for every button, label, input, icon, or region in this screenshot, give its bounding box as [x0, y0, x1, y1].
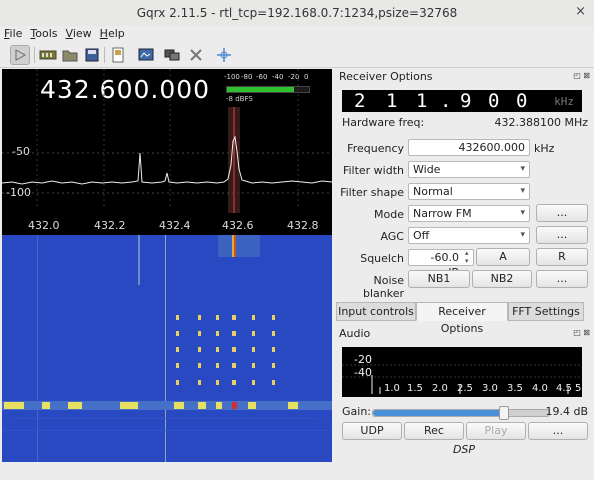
mode-select[interactable]: Narrow FM — [408, 205, 530, 222]
audio-x-tick: 4.5 — [556, 383, 572, 394]
agc-options-button[interactable]: ... — [536, 226, 588, 244]
spectrum-plot[interactable] — [2, 69, 332, 235]
lcd-digit[interactable]: 2 — [354, 90, 365, 112]
toolbar — [0, 43, 594, 68]
lcd-unit: kHz — [554, 95, 574, 108]
frequency-unit: kHz — [534, 142, 555, 155]
audio-x-tick: 3.0 — [482, 383, 498, 394]
audio-x-tick: 5 — [575, 383, 582, 394]
y-tick: -50 — [12, 145, 30, 158]
filter-shape-label: Filter shape — [340, 186, 404, 199]
frequency-input[interactable]: 432600.000 — [408, 139, 530, 156]
play-button[interactable]: Play — [466, 422, 526, 440]
x-tick: 432.8 — [287, 219, 319, 232]
filter-shape-select[interactable]: Normal — [408, 183, 530, 200]
waterfall-pattern — [2, 235, 332, 462]
play-icon[interactable] — [10, 45, 30, 65]
save-icon[interactable] — [82, 45, 102, 65]
hardware-freq-label: Hardware freq: — [342, 116, 425, 129]
audio-header: Audio — [339, 327, 371, 340]
x-tick: 432.0 — [28, 219, 60, 232]
gain-slider[interactable] — [372, 406, 550, 420]
waterfall-display[interactable] — [2, 235, 332, 462]
nb-options-button[interactable]: ... — [536, 270, 588, 288]
lcd-digit[interactable]: 1 — [386, 90, 397, 112]
audio-x-tick: 1.0 — [384, 383, 400, 394]
remote-icon[interactable] — [162, 45, 182, 65]
squelch-auto-button[interactable]: A — [476, 248, 530, 266]
menu-help[interactable]: Help — [96, 26, 129, 42]
mode-label: Mode — [374, 208, 404, 221]
window-title: Gqrx 2.11.5 - rtl_tcp=192.168.0.7:1234,p… — [136, 6, 458, 20]
hardware-freq-value: 432.388100 MHz — [494, 116, 588, 129]
noise-blanker-label: Noise blanker — [362, 274, 404, 300]
x-tick: 432.2 — [94, 219, 126, 232]
audio-x-tick: 1.5 — [407, 383, 423, 394]
spectrum-trace — [2, 135, 332, 185]
gain-label: Gain: — [342, 405, 371, 418]
menu-tools[interactable]: Tools — [26, 26, 61, 42]
spectrum-panel[interactable]: 432.600.000 -100 -80 -60 -40 -20 0 -8 dB… — [2, 69, 332, 462]
audio-options-button[interactable]: ... — [528, 422, 588, 440]
nb1-button[interactable]: NB1 — [408, 270, 470, 288]
menu-bar: File Tools View Help — [0, 26, 594, 42]
record-button[interactable]: Rec — [404, 422, 464, 440]
audio-fft-plot: -20 -40 1.0 1.5 2.0 2.5 3.0 3.5 4.0 4.5 … — [342, 347, 582, 397]
open-folder-icon[interactable] — [60, 45, 80, 65]
dock-tabs: Input controls Receiver Options FFT Sett… — [334, 302, 594, 335]
squelch-reset-button[interactable]: R — [536, 248, 588, 266]
title-bar: Gqrx 2.11.5 - rtl_tcp=192.168.0.7:1234,p… — [0, 0, 594, 27]
agc-label: AGC — [380, 230, 404, 243]
dock-float-icon[interactable]: ◰ ⊠ — [573, 71, 590, 80]
tab-receiver-options[interactable]: Receiver Options — [416, 302, 508, 335]
receiver-options-header: Receiver Options — [339, 70, 433, 83]
frequency-label: Frequency — [347, 142, 404, 155]
tools-icon[interactable] — [186, 45, 206, 65]
gain-slider-fill — [373, 410, 504, 416]
status-bar — [0, 462, 594, 480]
tab-input-controls[interactable]: Input controls — [336, 302, 416, 321]
gain-value: 19.4 dB — [545, 405, 588, 418]
agc-select[interactable]: Off — [408, 227, 530, 244]
lcd-digit[interactable]: 1 — [416, 90, 427, 112]
receiver-options-panel: Receiver Options ◰ ⊠ 2 1 1 . 9 0 0 kHz H… — [334, 69, 594, 462]
audio-x-tick: 3.5 — [507, 383, 523, 394]
menu-file[interactable]: File — [0, 26, 26, 42]
screenshot-icon[interactable] — [136, 45, 156, 65]
lcd-digit[interactable]: 9 — [460, 90, 471, 112]
mode-options-button[interactable]: ... — [536, 204, 588, 222]
udp-button[interactable]: UDP — [342, 422, 402, 440]
audio-x-tick: 2.5 — [457, 383, 473, 394]
lcd-digit[interactable]: 0 — [516, 90, 527, 112]
dock-float-icon[interactable]: ◰ ⊠ — [573, 328, 590, 337]
squelch-label: Squelch — [360, 252, 404, 265]
device-icon[interactable] — [38, 45, 58, 65]
gain-slider-handle[interactable] — [499, 406, 510, 420]
x-tick: 432.6 — [222, 219, 254, 232]
squelch-stepper-icon[interactable]: ▴ ▾ — [465, 249, 469, 265]
lcd-digit[interactable]: 0 — [488, 90, 499, 112]
lcd-frequency-display[interactable]: 2 1 1 . 9 0 0 kHz — [342, 90, 582, 112]
filter-width-label: Filter width — [342, 164, 404, 177]
audio-x-tick: 2.0 — [432, 383, 448, 394]
nb2-button[interactable]: NB2 — [472, 270, 532, 288]
close-icon[interactable]: × — [575, 4, 586, 19]
menu-view[interactable]: View — [62, 26, 96, 42]
move-icon[interactable] — [214, 45, 234, 65]
toolbar-separator — [34, 47, 35, 63]
lcd-digit: . — [440, 90, 452, 112]
filter-width-select[interactable]: Wide — [408, 161, 530, 178]
record-icon[interactable] — [108, 45, 128, 65]
y-tick: -100 — [6, 186, 31, 199]
tab-fft-settings[interactable]: FFT Settings — [508, 302, 584, 321]
audio-x-tick: 4.0 — [532, 383, 548, 394]
x-tick: 432.4 — [159, 219, 191, 232]
dsp-label: DSP — [452, 443, 476, 456]
toolbar-separator — [104, 47, 105, 63]
